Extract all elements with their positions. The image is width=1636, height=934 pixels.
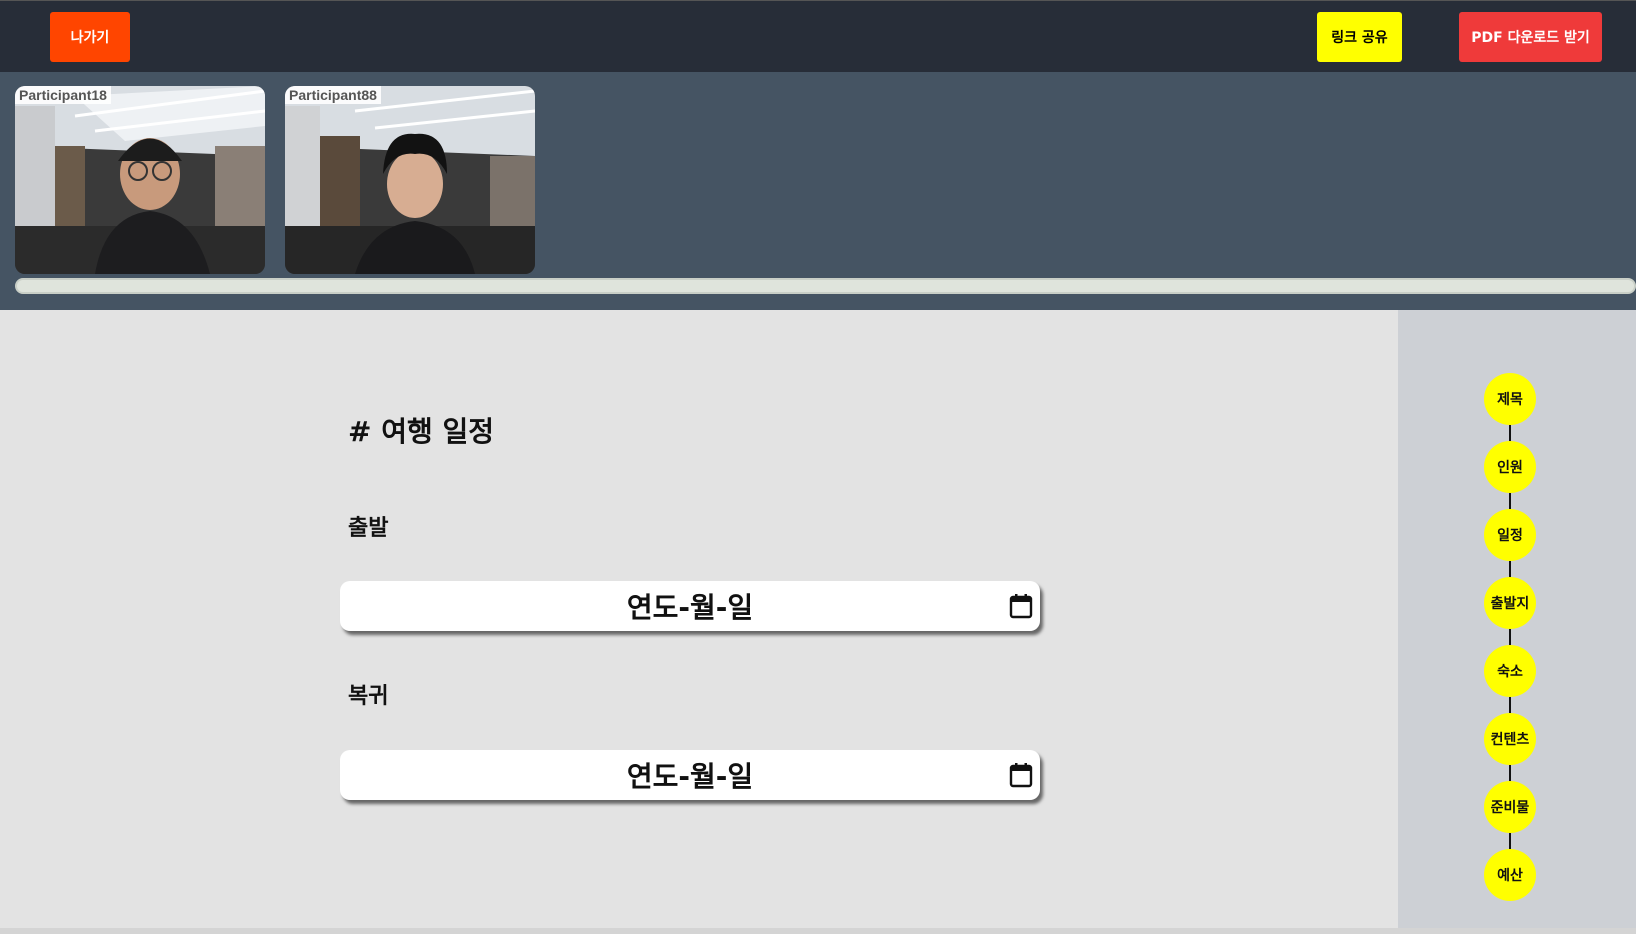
exit-button[interactable]: 나가기 [50,12,130,62]
nav-item-departure[interactable]: 출발지 [1484,577,1536,629]
bottom-divider [0,928,1636,934]
participant-video [15,86,265,274]
participant-video [285,86,535,274]
participant-video-tile[interactable]: Participant18 [15,86,265,274]
section-heading: # 여행 일정 [348,415,494,448]
nav-item-people[interactable]: 인원 [1484,441,1536,493]
video-strip: Participant18 Participant88 [0,72,1636,310]
calendar-icon[interactable] [1009,762,1033,788]
main-content: # 여행 일정 출발 연도-월-일 복귀 연도-월-일 [0,310,1398,930]
calendar-icon[interactable] [1009,593,1033,619]
return-date-input[interactable]: 연도-월-일 [340,750,1040,800]
pdf-download-button[interactable]: PDF 다운로드 받기 [1459,12,1602,62]
return-label: 복귀 [348,684,389,709]
nav-item-contents[interactable]: 컨텐츠 [1484,713,1536,765]
top-bar: 나가기 링크 공유 PDF 다운로드 받기 [0,0,1636,72]
nav-item-lodging[interactable]: 숙소 [1484,645,1536,697]
nav-item-budget[interactable]: 예산 [1484,849,1536,901]
return-date-value: 연도-월-일 [626,760,754,793]
nav-item-supplies[interactable]: 준비물 [1484,781,1536,833]
nav-item-title[interactable]: 제목 [1484,373,1536,425]
nav-item-schedule[interactable]: 일정 [1484,509,1536,561]
share-link-button[interactable]: 링크 공유 [1317,12,1402,62]
depart-label: 출발 [348,516,389,541]
depart-date-input[interactable]: 연도-월-일 [340,581,1040,631]
depart-date-value: 연도-월-일 [626,591,754,624]
horizontal-scrollbar[interactable] [15,278,1636,294]
participant-name: Participant88 [285,86,381,104]
participant-name: Participant18 [15,86,111,104]
participant-video-tile[interactable]: Participant88 [285,86,535,274]
